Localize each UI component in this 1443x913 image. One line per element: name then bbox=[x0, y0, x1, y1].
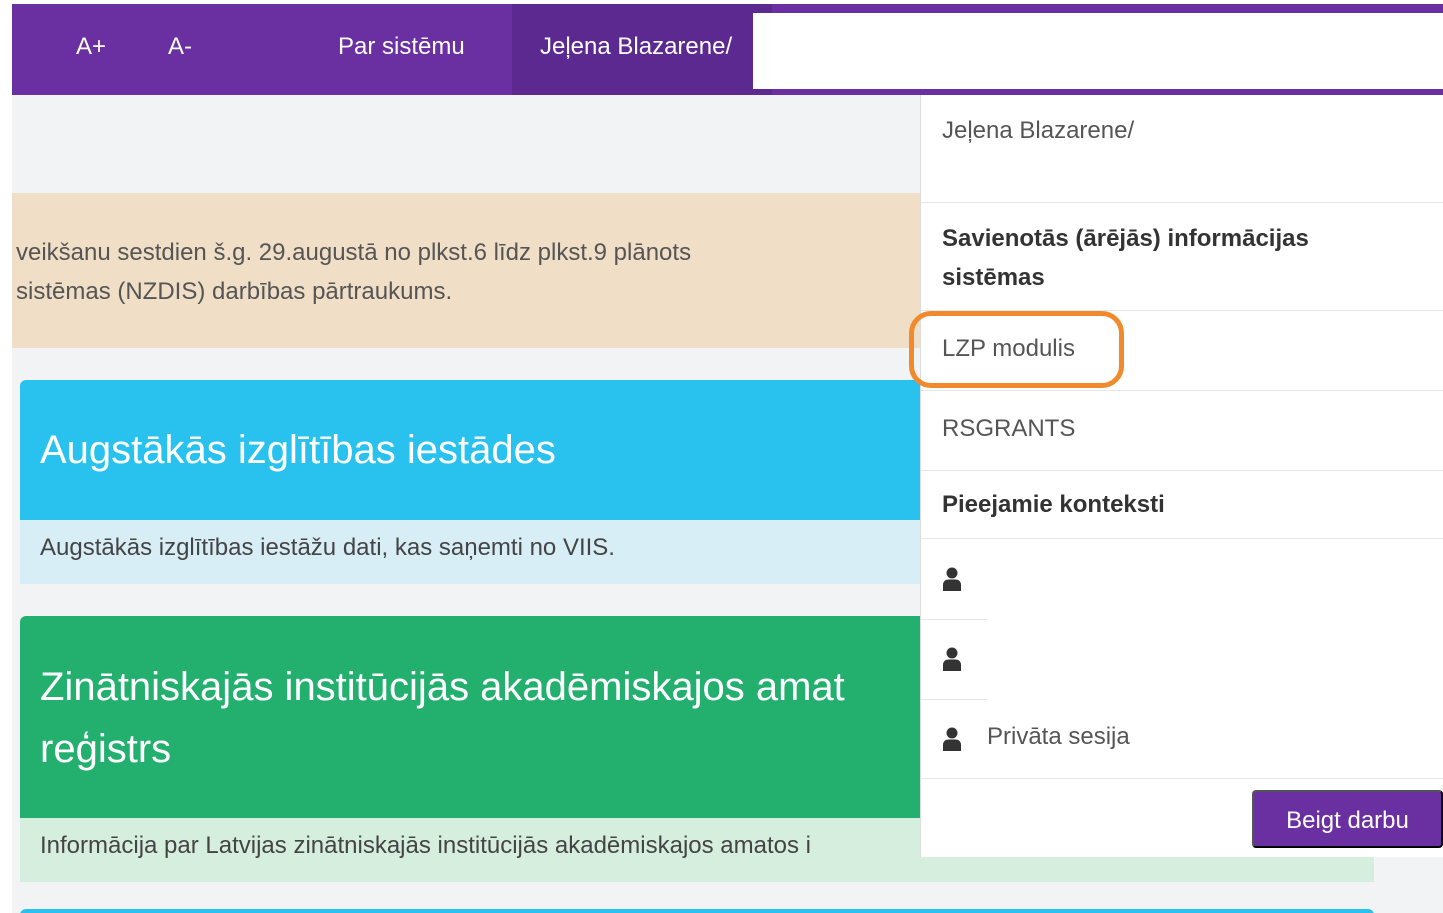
font-decrease-link[interactable]: A- bbox=[168, 4, 192, 95]
user-dropdown-menu: Jeļena Blazarene/ Savienotās (ārējās) in… bbox=[920, 95, 1443, 857]
context-item[interactable] bbox=[921, 539, 1443, 619]
context-item-private-session[interactable]: Privāta sesija bbox=[921, 699, 1443, 779]
next-card-edge bbox=[20, 909, 1374, 913]
alert-text: veikšanu sestdien š.g. 29.augustā no plk… bbox=[16, 239, 692, 305]
maintenance-alert: veikšanu sestdien š.g. 29.augustā no plk… bbox=[12, 193, 932, 348]
card-title[interactable]: Zinātniskajās institūcijās akadēmiskajos… bbox=[40, 656, 845, 780]
user-menu-toggle[interactable]: Jeļena Blazarene/ bbox=[512, 4, 772, 95]
about-link[interactable]: Par sistēmu bbox=[338, 4, 465, 95]
person-icon bbox=[943, 647, 961, 671]
context-label: Privāta sesija bbox=[987, 723, 1130, 750]
context-item[interactable] bbox=[921, 619, 1443, 699]
contexts-section: Pieejamie konteksti bbox=[921, 471, 1443, 539]
menu-item-rsgrants[interactable]: RSGRANTS bbox=[921, 391, 1443, 471]
menu-item-label: RSGRANTS bbox=[942, 415, 1076, 442]
external-systems-header: Savienotās (ārējās) informācijas sistēma… bbox=[942, 225, 1309, 291]
external-systems-section: Savienotās (ārējās) informācijas sistēma… bbox=[921, 203, 1443, 311]
person-icon bbox=[943, 567, 961, 591]
dropdown-user-row: Jeļena Blazarene/ bbox=[921, 95, 1443, 203]
logout-button[interactable]: Beigt darbu bbox=[1252, 790, 1443, 848]
card-title[interactable]: Augstākās izglītības iestādes bbox=[40, 426, 556, 474]
person-icon bbox=[943, 727, 961, 751]
highlight-annotation bbox=[909, 311, 1124, 388]
dropdown-user-name: Jeļena Blazarene/ bbox=[942, 117, 1135, 144]
font-increase-link[interactable]: A+ bbox=[76, 4, 106, 95]
user-menu-overlay bbox=[753, 13, 1443, 89]
contexts-header: Pieejamie konteksti bbox=[942, 491, 1165, 518]
top-navbar: A+ A- Par sistēmu Jeļena Blazarene/ bbox=[12, 4, 1443, 95]
